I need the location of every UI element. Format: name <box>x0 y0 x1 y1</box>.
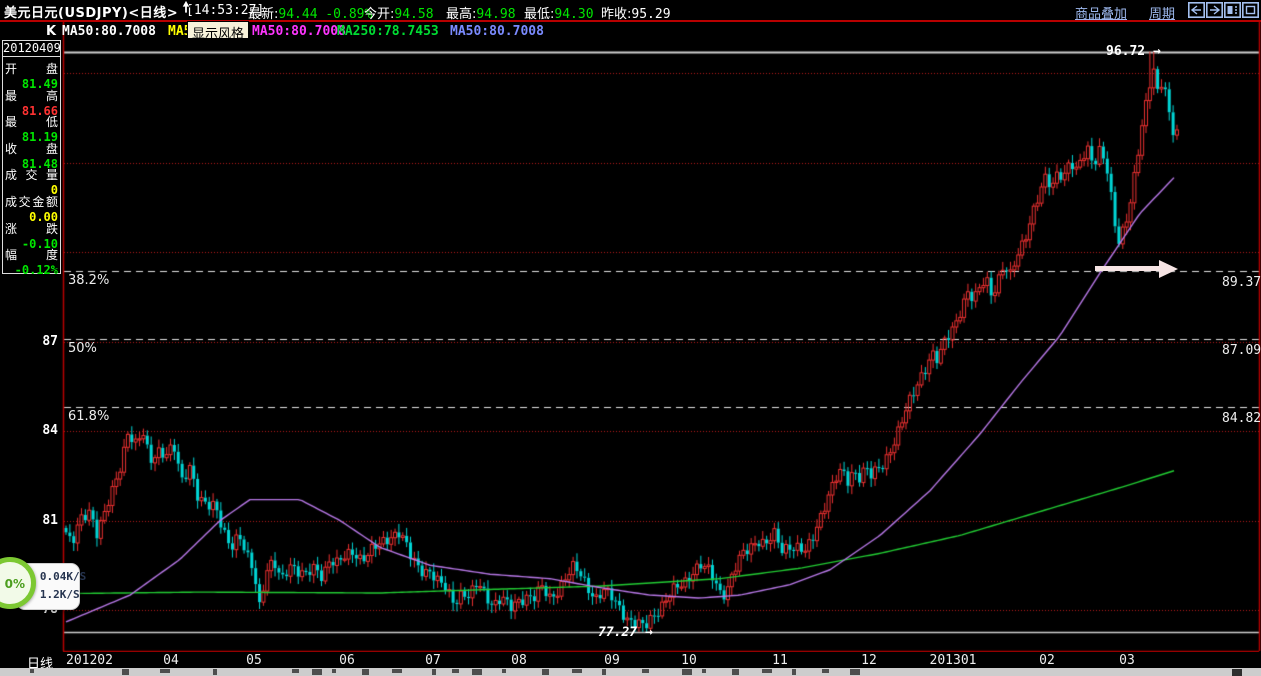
x-axis-tick: 08 <box>511 653 527 668</box>
taskbar-fragment <box>850 669 860 675</box>
field-label: 成交量 <box>5 168 58 183</box>
maximize-icon[interactable] <box>1242 2 1259 18</box>
x-axis-tick: 11 <box>772 653 788 668</box>
fib-percent-label: 61.8% <box>68 408 110 424</box>
fib-price-label: 84.82 <box>1222 410 1261 426</box>
taskbar-fragment <box>572 669 582 673</box>
field-label: 收盘 <box>5 141 58 156</box>
selected-date: 20120409 <box>2 40 61 57</box>
taskbar-fragment <box>502 669 506 673</box>
x-axis-tick: 05 <box>246 653 262 668</box>
arrow-left-icon[interactable] <box>1188 2 1205 18</box>
trading-app-window: 美元日元(USDJPY)<日线> [14:53:27] 最新:94.44 -0.… <box>0 0 1261 676</box>
field-label: 幅度 <box>5 248 58 263</box>
taskbar-fragment <box>392 669 402 673</box>
taskbar-fragment <box>472 669 482 675</box>
x-axis-tick: 02 <box>1039 653 1055 668</box>
fib-percent-label: 38.2% <box>68 272 110 288</box>
x-axis-tick: 12 <box>861 653 877 668</box>
x-axis-tick: 10 <box>681 653 697 668</box>
taskbar-fragment <box>682 669 692 675</box>
taskbar-fragment <box>732 669 739 675</box>
taskbar-fragment <box>642 669 649 673</box>
taskbar-fragment <box>762 669 772 673</box>
field-label: 开盘 <box>5 62 58 76</box>
field-label: 涨跌 <box>5 221 58 236</box>
x-axis-tick: 06 <box>339 653 355 668</box>
taskbar-fragment <box>160 669 170 673</box>
arrow-right-icon[interactable] <box>1206 2 1223 18</box>
x-axis-tick: 09 <box>604 653 620 668</box>
taskbar-fragment <box>30 669 34 673</box>
taskbar-fragment <box>452 669 459 673</box>
taskbar-sliver <box>0 668 1261 676</box>
y-axis-label: 81 <box>42 512 58 528</box>
field-label: 最高 <box>5 88 58 103</box>
taskbar-fragment <box>362 669 369 675</box>
fib-price-label: 87.09 <box>1222 342 1261 358</box>
fib-percent-label: 50% <box>68 340 97 356</box>
x-axis-tick: 03 <box>1119 653 1135 668</box>
fib-price-label: 89.37 <box>1222 274 1261 290</box>
ma-legend-item: MA50:80.7008 <box>450 24 544 39</box>
k-line-flag: K <box>46 24 57 39</box>
taskbar-fragment <box>1232 669 1242 676</box>
candlestick-chart[interactable] <box>0 0 1261 676</box>
taskbar-fragment <box>822 669 829 673</box>
taskbar-fragment <box>312 669 322 675</box>
taskbar-fragment <box>432 669 436 675</box>
trend-arrow-head <box>1159 259 1178 278</box>
style-tooltip: 显示风格 <box>187 21 250 42</box>
field-value: -0.12% <box>14 263 58 278</box>
fib-low-annotation: 77.27 → <box>598 625 653 640</box>
mouse-cursor-icon <box>181 0 191 14</box>
symbol-title: 美元日元(USDJPY)<日线> <box>4 6 179 21</box>
taskbar-fragment <box>332 669 336 673</box>
time-axis: 日线 201202 04 05 06 07 08 09 10 11 12 201301 02 03 <box>0 652 1261 672</box>
taskbar-fragment <box>702 669 706 673</box>
taskbar-fragment <box>122 669 129 675</box>
x-axis-tick: 07 <box>425 653 441 668</box>
taskbar-fragment <box>602 669 606 675</box>
field-label: 最低 <box>5 115 58 130</box>
split-window-icon[interactable] <box>1224 2 1241 18</box>
field-label: 成交金额 <box>5 195 58 209</box>
x-axis-tick: 201301 <box>929 653 977 668</box>
x-axis-tick: 201202 <box>66 653 113 668</box>
taskbar-fragment <box>213 669 217 675</box>
y-axis-label: 87 <box>42 333 58 349</box>
speed-percent: 0% <box>4 577 25 591</box>
trend-arrow-shaft <box>1095 265 1161 271</box>
x-axis-tick: 04 <box>163 653 179 668</box>
ma-legend-item: MA50:80.7008 <box>252 24 346 39</box>
ma-legend-item: MA250:78.7453 <box>337 24 439 39</box>
y-axis-label: 84 <box>42 423 58 439</box>
ma-legend-item: MA50:80.7008 <box>62 24 156 39</box>
taskbar-fragment <box>542 669 549 675</box>
fib-high-annotation: 96.72 → <box>1106 44 1161 59</box>
taskbar-fragment <box>292 669 299 673</box>
ohlc-side-panel: 20120409 开盘 81.49 最高 81.66 最低 81.19 收盘 81.48 成交量… <box>2 40 61 277</box>
taskbar-fragment <box>792 669 796 675</box>
ohlc-field: 幅度 -0.12% <box>5 246 58 277</box>
